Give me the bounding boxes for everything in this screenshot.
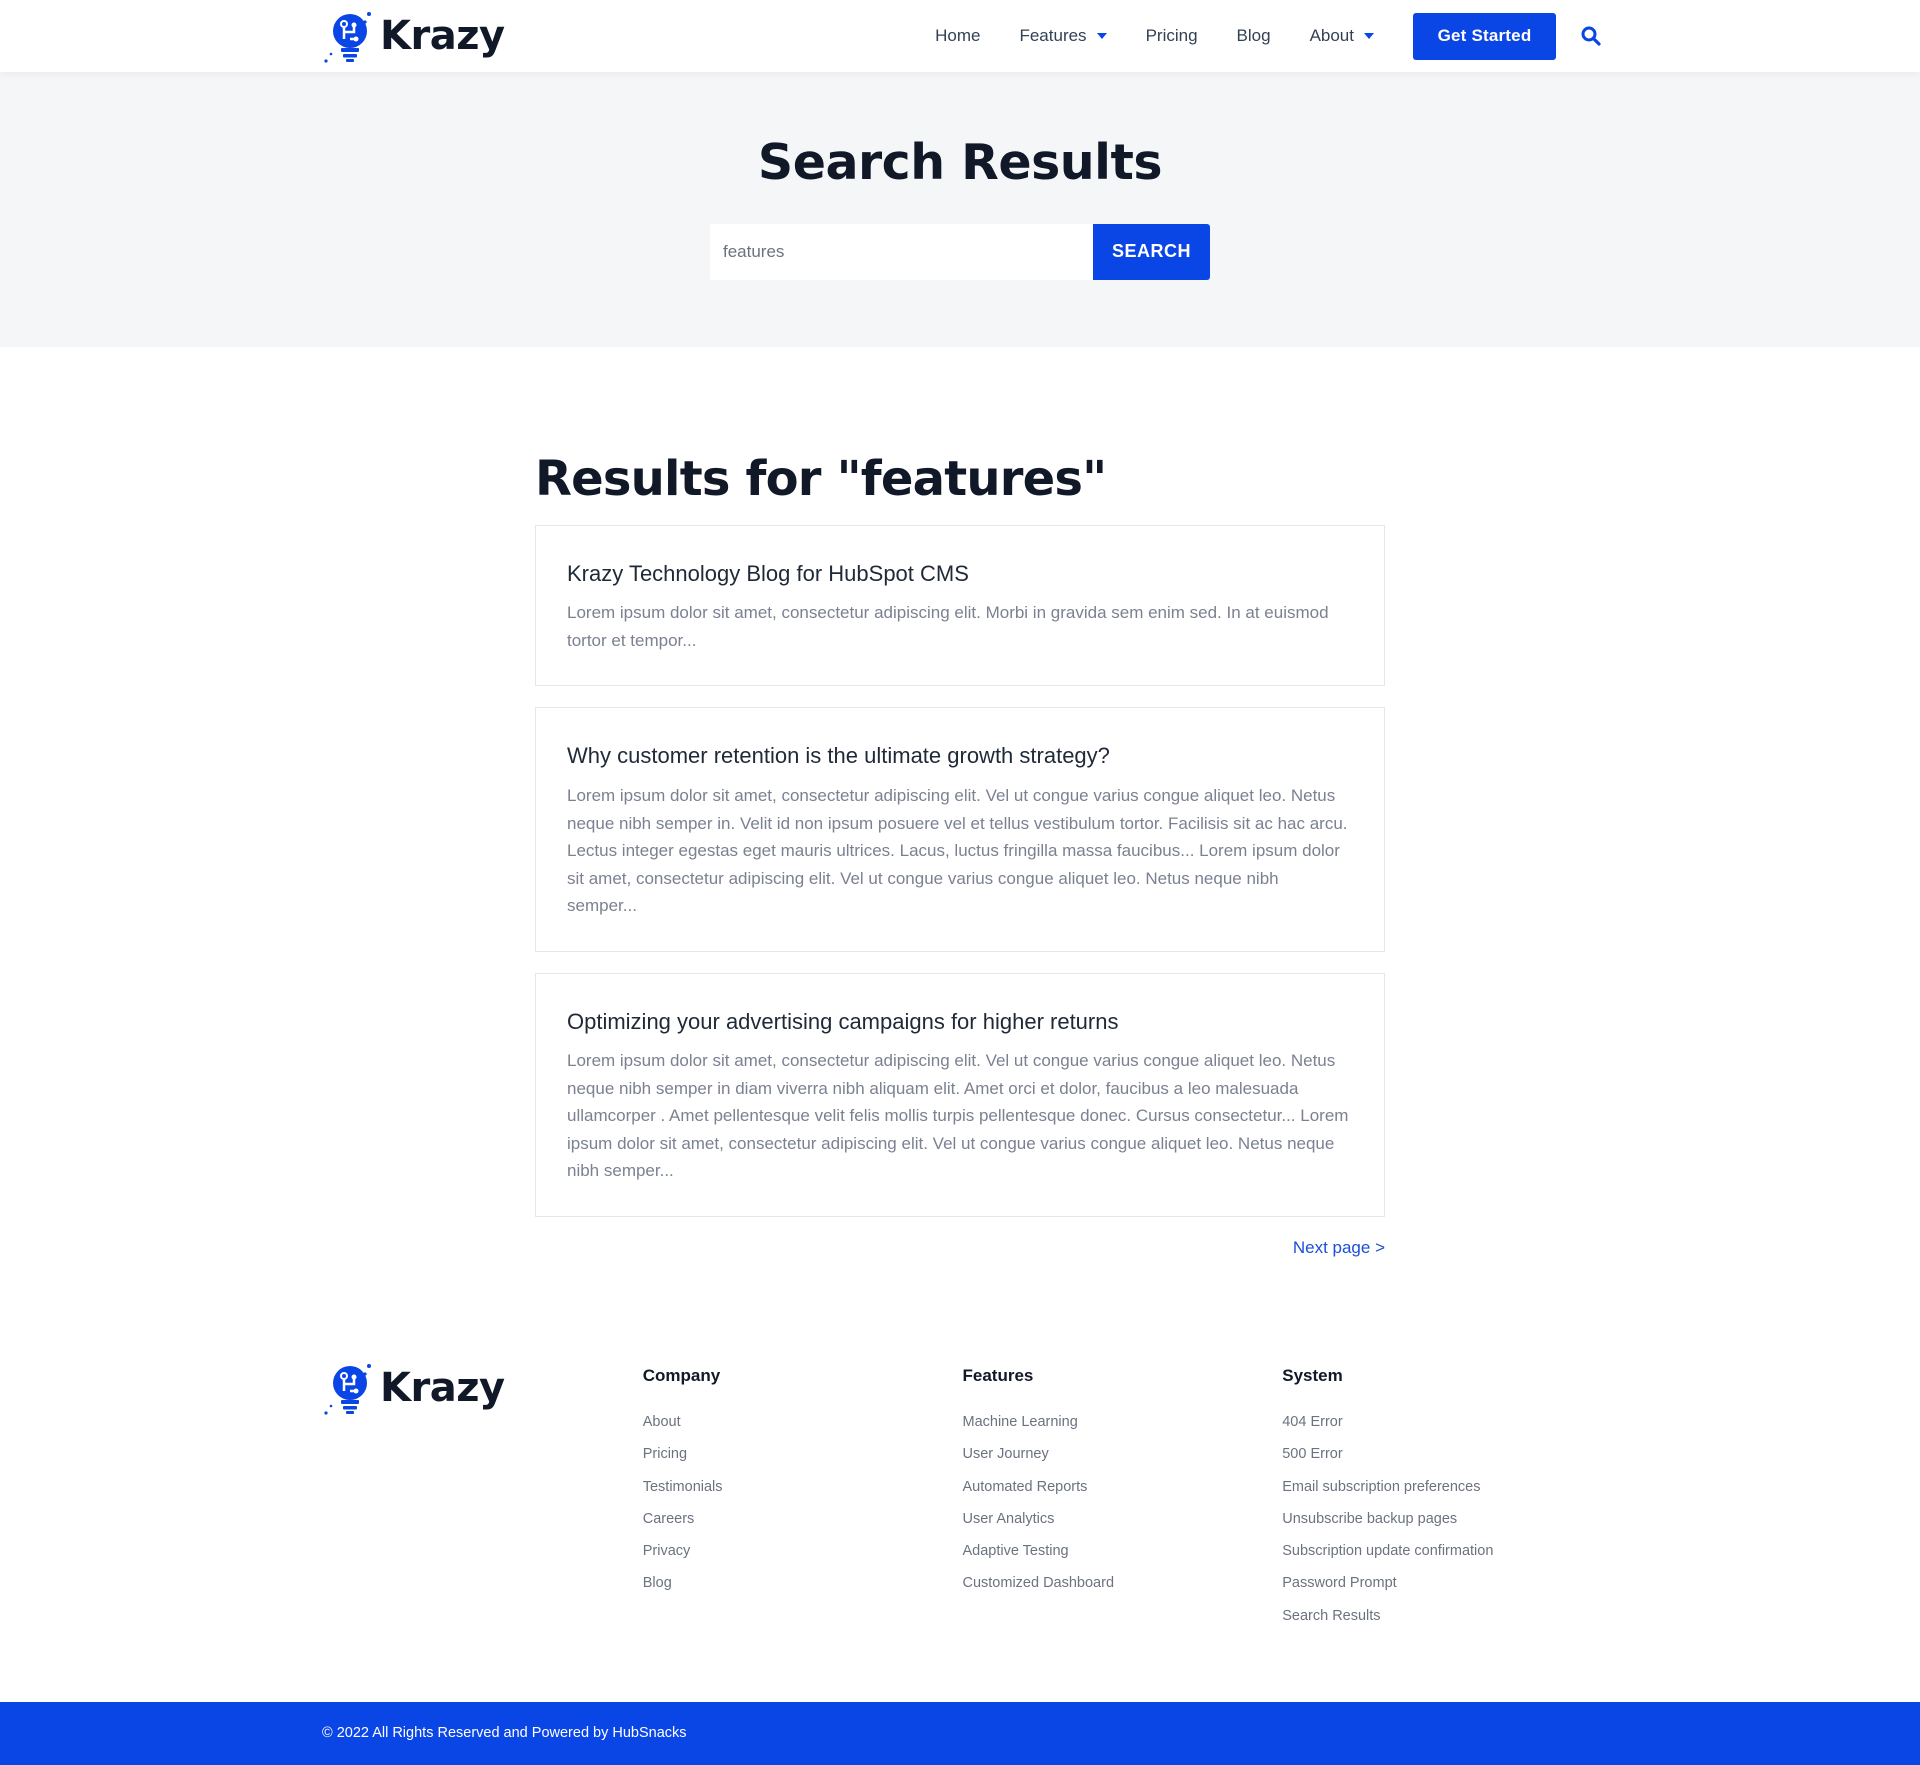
caret-down-icon	[1364, 33, 1374, 39]
copyright-bar: © 2022 All Rights Reserved and Powered b…	[0, 1702, 1920, 1765]
result-card[interactable]: Optimizing your advertising campaigns fo…	[535, 972, 1385, 1217]
nav-item-pricing[interactable]: Pricing	[1146, 26, 1198, 46]
get-started-button[interactable]: Get Started	[1413, 12, 1556, 60]
search-toggle-button[interactable]	[1580, 25, 1602, 47]
footer-link[interactable]: 404 Error	[1282, 1406, 1602, 1438]
results-heading: Results for "features"	[535, 451, 1107, 507]
footer-link[interactable]: Customized Dashboard	[962, 1567, 1282, 1599]
footer-column-title: Company	[642, 1365, 721, 1385]
footer-link[interactable]: User Analytics	[962, 1503, 1282, 1535]
footer-link[interactable]: User Journey	[962, 1438, 1282, 1470]
nav-item-label: Pricing	[1145, 26, 1198, 45]
footer-logo-block: Krazy	[322, 1358, 643, 1672]
header-container: Krazy Home Features Pricing Blog About G…	[322, 0, 1602, 72]
footer-link[interactable]: Adaptive Testing	[962, 1535, 1282, 1567]
result-excerpt: Lorem ipsum dolor sit amet, consectetur …	[567, 603, 1329, 650]
nav-item-label: About	[1309, 26, 1354, 45]
footer-link[interactable]: Email subscription preferences	[1282, 1471, 1602, 1503]
nav-item-blog[interactable]: Blog	[1237, 26, 1271, 46]
footer-link[interactable]: Automated Reports	[962, 1471, 1282, 1503]
footer-link[interactable]: Password Prompt	[1282, 1567, 1602, 1599]
search-button[interactable]: SEARCH	[1093, 223, 1210, 280]
main-nav: Home Features Pricing Blog About Get Sta…	[935, 0, 1602, 72]
footer-link[interactable]: About	[643, 1406, 963, 1438]
nav-item-label: Home	[935, 26, 981, 45]
footer-link[interactable]: Subscription update confirmation	[1282, 1535, 1602, 1567]
footer-logo[interactable]: Krazy	[322, 1358, 505, 1418]
nav-item-features[interactable]: Features	[1019, 26, 1107, 46]
nav-item-label: Features	[1019, 26, 1087, 45]
result-title-link[interactable]: Krazy Technology Blog for HubSpot CMS	[567, 559, 1353, 590]
site-footer: Krazy Company About Pricing Testimonials…	[322, 1358, 1602, 1672]
footer-column-company: Company About Pricing Testimonials Caree…	[643, 1358, 963, 1672]
result-card[interactable]: Why customer retention is the ultimate g…	[535, 707, 1385, 952]
footer-link[interactable]: Testimonials	[643, 1471, 963, 1503]
site-header: Krazy Home Features Pricing Blog About G…	[0, 0, 1920, 72]
logo-text: Krazy	[380, 1364, 505, 1411]
results-section: Results for "features" Krazy Technology …	[535, 451, 1385, 1258]
footer-link[interactable]: Search Results	[1282, 1600, 1602, 1632]
footer-column-system: System 404 Error 500 Error Email subscri…	[1282, 1358, 1602, 1672]
search-form: SEARCH	[710, 223, 1210, 280]
pagination: Next page >	[535, 1238, 1385, 1258]
copyright-text: © 2022 All Rights Reserved and Powered b…	[322, 1725, 687, 1741]
footer-link[interactable]: Pricing	[643, 1438, 963, 1470]
next-page-link[interactable]: Next page >	[1293, 1238, 1385, 1257]
nav-item-about[interactable]: About	[1310, 26, 1374, 46]
search-input[interactable]	[710, 223, 1093, 280]
lightbulb-circuit-icon	[324, 12, 371, 63]
result-excerpt: Lorem ipsum dolor sit amet, consectetur …	[567, 1051, 1349, 1181]
search-icon	[1581, 26, 1601, 46]
footer-link[interactable]: Machine Learning	[962, 1406, 1282, 1438]
nav-item-label: Blog	[1236, 26, 1271, 45]
footer-link[interactable]: Blog	[643, 1567, 963, 1599]
result-excerpt: Lorem ipsum dolor sit amet, consectetur …	[567, 786, 1348, 916]
caret-down-icon	[1096, 33, 1107, 39]
result-title-link[interactable]: Why customer retention is the ultimate g…	[567, 741, 1353, 772]
result-card[interactable]: Krazy Technology Blog for HubSpot CMS Lo…	[535, 524, 1385, 687]
nav-item-home[interactable]: Home	[935, 26, 980, 46]
footer-column-title: Features	[962, 1365, 1034, 1385]
footer-link[interactable]: 500 Error	[1282, 1438, 1602, 1470]
footer-link[interactable]: Privacy	[643, 1535, 963, 1567]
logo[interactable]: Krazy	[322, 0, 505, 72]
page-title: Search Results	[757, 134, 1163, 191]
footer-column-features: Features Machine Learning User Journey A…	[962, 1358, 1282, 1672]
search-hero: Search Results SEARCH	[0, 72, 1920, 347]
footer-link[interactable]: Careers	[643, 1503, 963, 1535]
logo-text: Krazy	[380, 13, 505, 59]
lightbulb-circuit-icon	[324, 1363, 371, 1415]
footer-column-title: System	[1282, 1365, 1343, 1385]
result-title-link[interactable]: Optimizing your advertising campaigns fo…	[567, 1007, 1353, 1038]
footer-link[interactable]: Unsubscribe backup pages	[1282, 1503, 1602, 1535]
